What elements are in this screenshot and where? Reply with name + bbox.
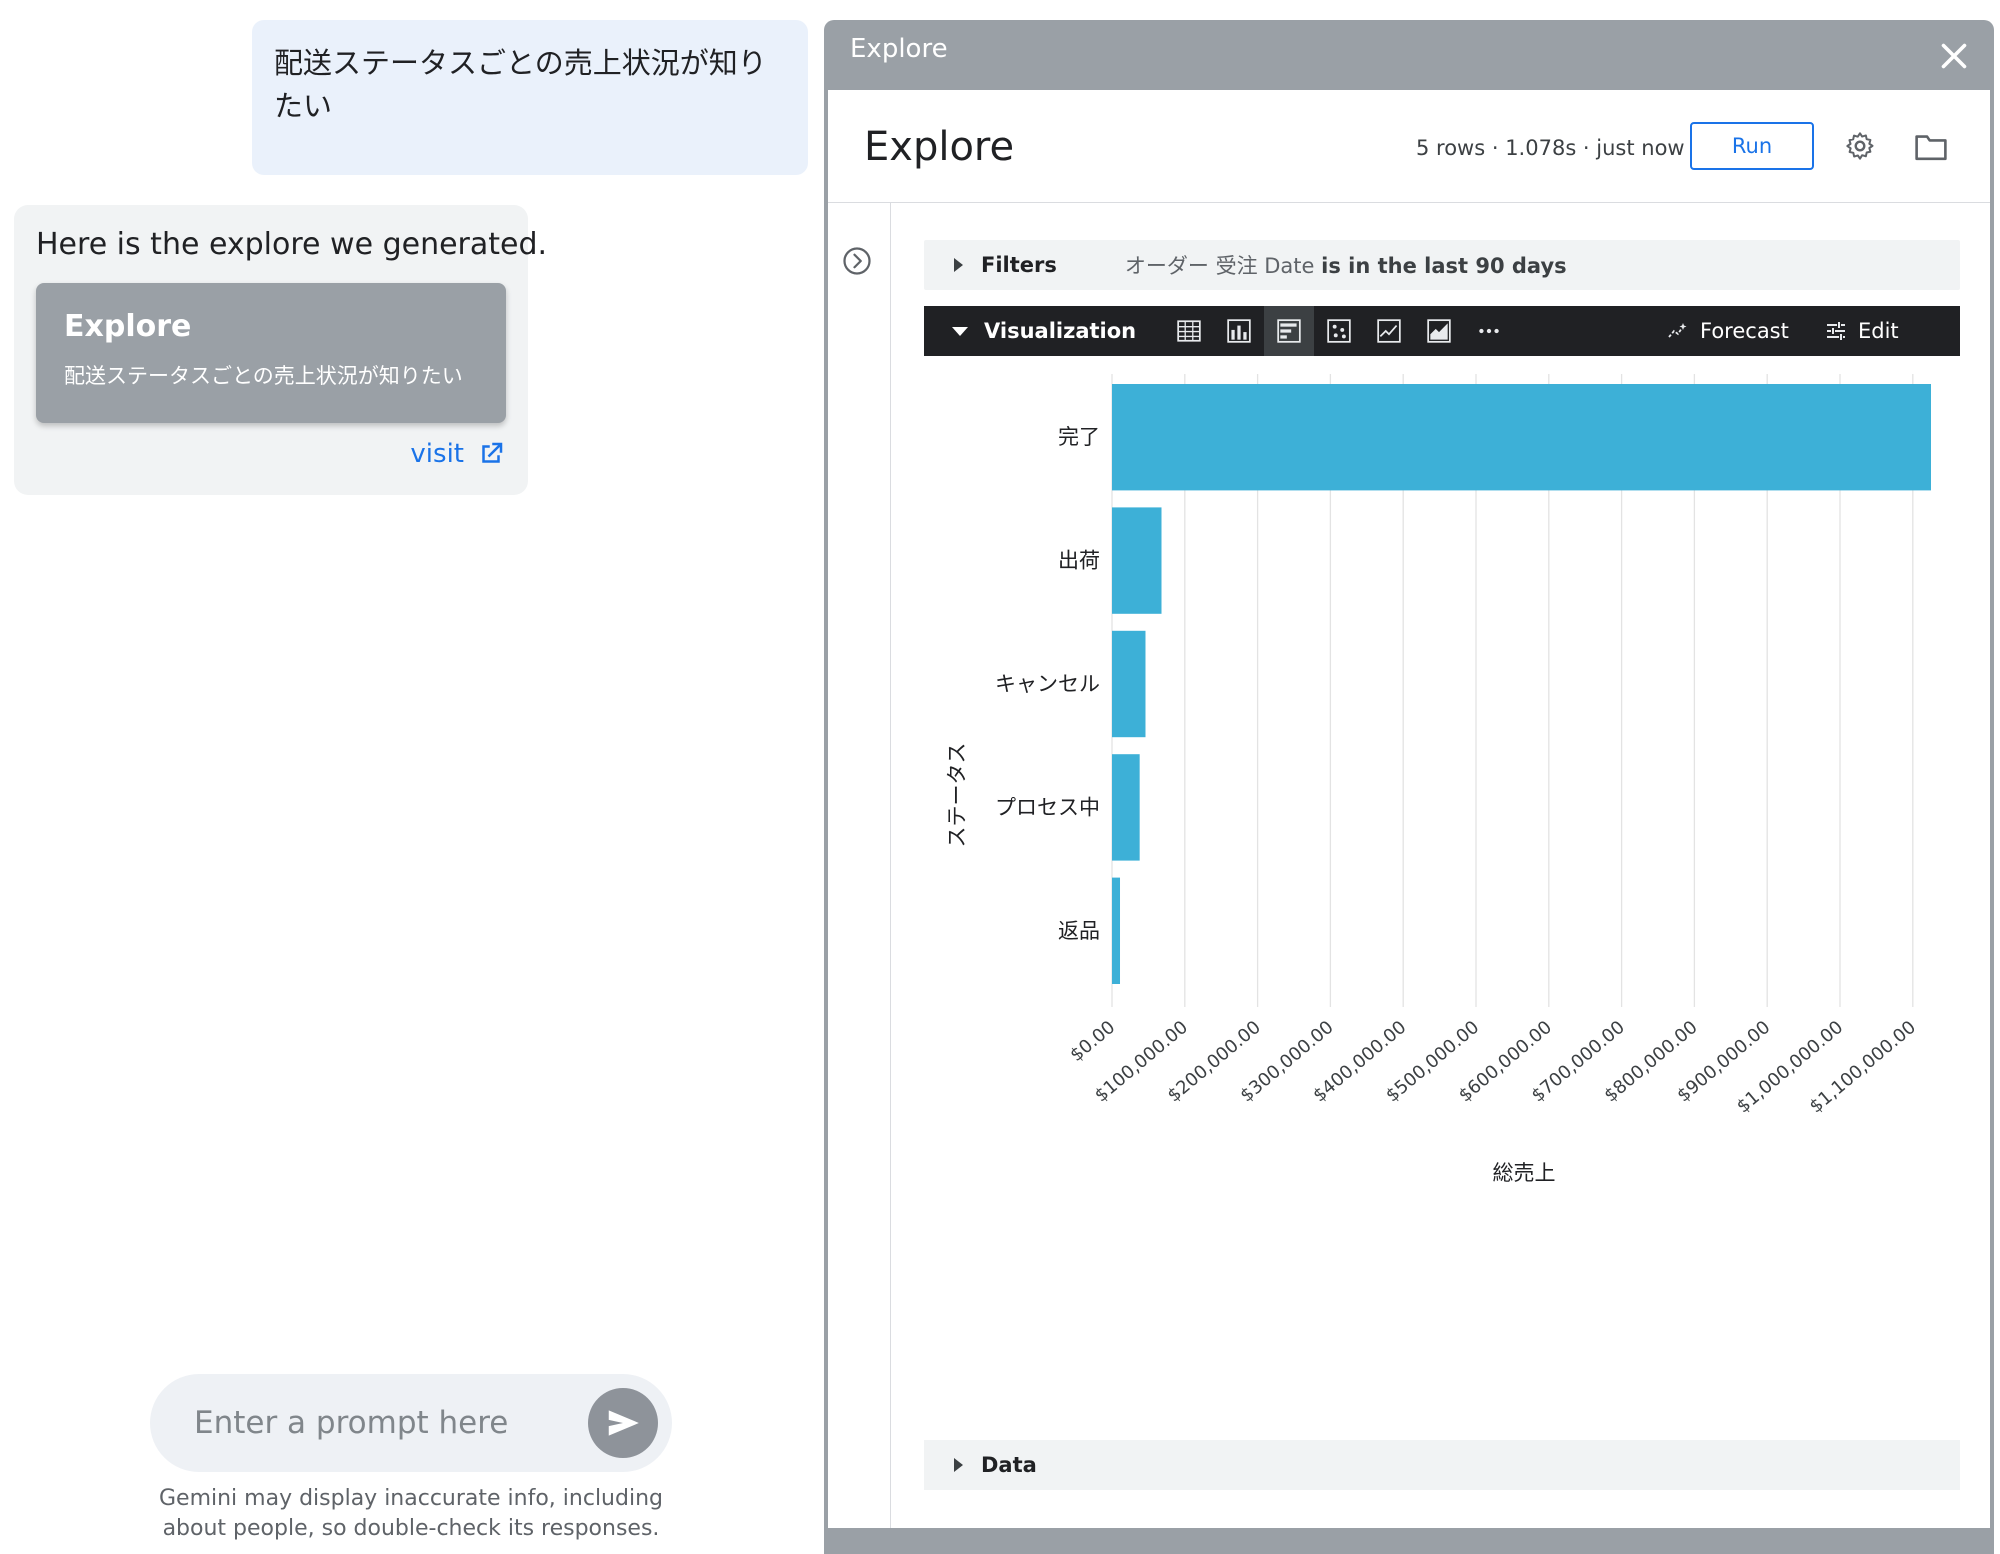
table-icon (1177, 320, 1201, 342)
disclaimer-text: Gemini may display inaccurate info, incl… (158, 1486, 663, 1541)
send-button[interactable] (588, 1388, 658, 1458)
caret-down-icon[interactable] (952, 326, 968, 336)
run-label: Run (1731, 134, 1773, 158)
run-button[interactable]: Run (1690, 122, 1814, 170)
area-viz-button[interactable] (1414, 306, 1464, 356)
visit-link[interactable]: visit (410, 439, 506, 469)
bar (1112, 754, 1140, 861)
bar-chart-svg: $0.00$100,000.00$200,000.00$300,000.00$4… (945, 374, 1931, 1185)
explore-modal: Explore Explore 5 rows · 1.078s · just n… (824, 20, 1994, 1554)
visualization-label[interactable]: Visualization (984, 319, 1136, 343)
more-horizontal-icon (1479, 328, 1499, 334)
bot-message-bubble: Here is the explore we generated. Explor… (14, 205, 547, 495)
header-divider (828, 202, 1990, 203)
close-icon[interactable] (1936, 38, 1972, 74)
forecast-icon (1668, 323, 1687, 338)
user-message-text: 配送ステータスごとの売上状況が知りたい (274, 46, 767, 123)
filters-section[interactable]: Filters オーダー 受注 Date is in the last 90 d… (924, 240, 1960, 290)
bot-message-text: Here is the explore we generated. (36, 227, 548, 262)
gear-icon[interactable] (1844, 130, 1876, 162)
edit-label: Edit (1858, 319, 1899, 343)
filter-summary: オーダー 受注 Date is in the last 90 days (1125, 250, 1567, 280)
column-chart-icon (1227, 319, 1251, 343)
edit-button[interactable]: Edit (1824, 306, 1899, 356)
filter-condition: is in the last 90 days (1321, 254, 1567, 278)
column-viz-button[interactable] (1214, 306, 1264, 356)
category-label: プロセス中 (995, 795, 1100, 819)
y-axis-title: ステータス (945, 743, 969, 848)
scatter-viz-button[interactable] (1314, 306, 1364, 356)
visit-label: visit (410, 439, 464, 469)
data-label: Data (981, 1453, 1037, 1477)
category-label: 完了 (1058, 425, 1100, 449)
area-chart-icon (1427, 319, 1451, 343)
tune-icon (1827, 322, 1845, 340)
category-label: 返品 (1058, 919, 1100, 943)
open-in-new-icon (482, 442, 503, 463)
bar (1112, 384, 1931, 491)
scatter-chart-icon (1327, 319, 1351, 343)
prompt-input[interactable] (194, 1405, 554, 1441)
line-viz-button[interactable] (1364, 306, 1414, 356)
explore-title: Explore (864, 124, 1015, 170)
filter-field: オーダー 受注 Date (1124, 254, 1315, 278)
visualization-toolbar: Visualization Forecast Edit (924, 306, 1960, 356)
caret-right-icon (954, 258, 963, 272)
forecast-label: Forecast (1700, 319, 1789, 343)
explore-card[interactable]: Explore 配送ステータスごとの売上状況が知りたい (36, 283, 506, 423)
folder-icon[interactable] (1914, 132, 1948, 162)
line-chart-icon (1377, 319, 1401, 343)
more-viz-button[interactable] (1464, 306, 1514, 356)
send-icon (608, 1410, 639, 1436)
explore-card-title: Explore (64, 309, 192, 344)
user-message-bubble: 配送ステータスごとの売上状況が知りたい (252, 20, 808, 175)
bar-chart-icon (1277, 319, 1301, 343)
prompt-box (150, 1374, 672, 1472)
forecast-button[interactable]: Forecast (1666, 306, 1789, 356)
bar (1112, 507, 1162, 614)
side-divider (890, 203, 891, 1528)
modal-title: Explore (850, 34, 948, 64)
data-section[interactable]: Data (924, 1440, 1960, 1490)
chevron-right-circle-icon[interactable] (842, 246, 872, 276)
category-label: 出荷 (1058, 549, 1100, 573)
bar-viz-button[interactable] (1264, 306, 1314, 356)
bar (1112, 630, 1146, 738)
x-axis-title: 総売上 (1493, 1161, 1556, 1185)
filters-label: Filters (981, 253, 1057, 277)
explore-card-subtitle: 配送ステータスごとの売上状況が知りたい (64, 364, 463, 388)
category-label: キャンセル (995, 672, 1100, 696)
table-viz-button[interactable] (1164, 306, 1214, 356)
explore-panel: Explore 5 rows · 1.078s · just now Run F… (828, 90, 1990, 1528)
caret-right-icon (954, 1458, 963, 1472)
x-tick-label: $0.00 (1066, 1017, 1119, 1066)
query-meta: 5 rows · 1.078s · just now (1416, 136, 1685, 160)
bar-chart: $0.00 $100,000.00 $200,000.00 $300,000.00 $4… (924, 370, 1960, 1200)
bar (1112, 877, 1121, 984)
